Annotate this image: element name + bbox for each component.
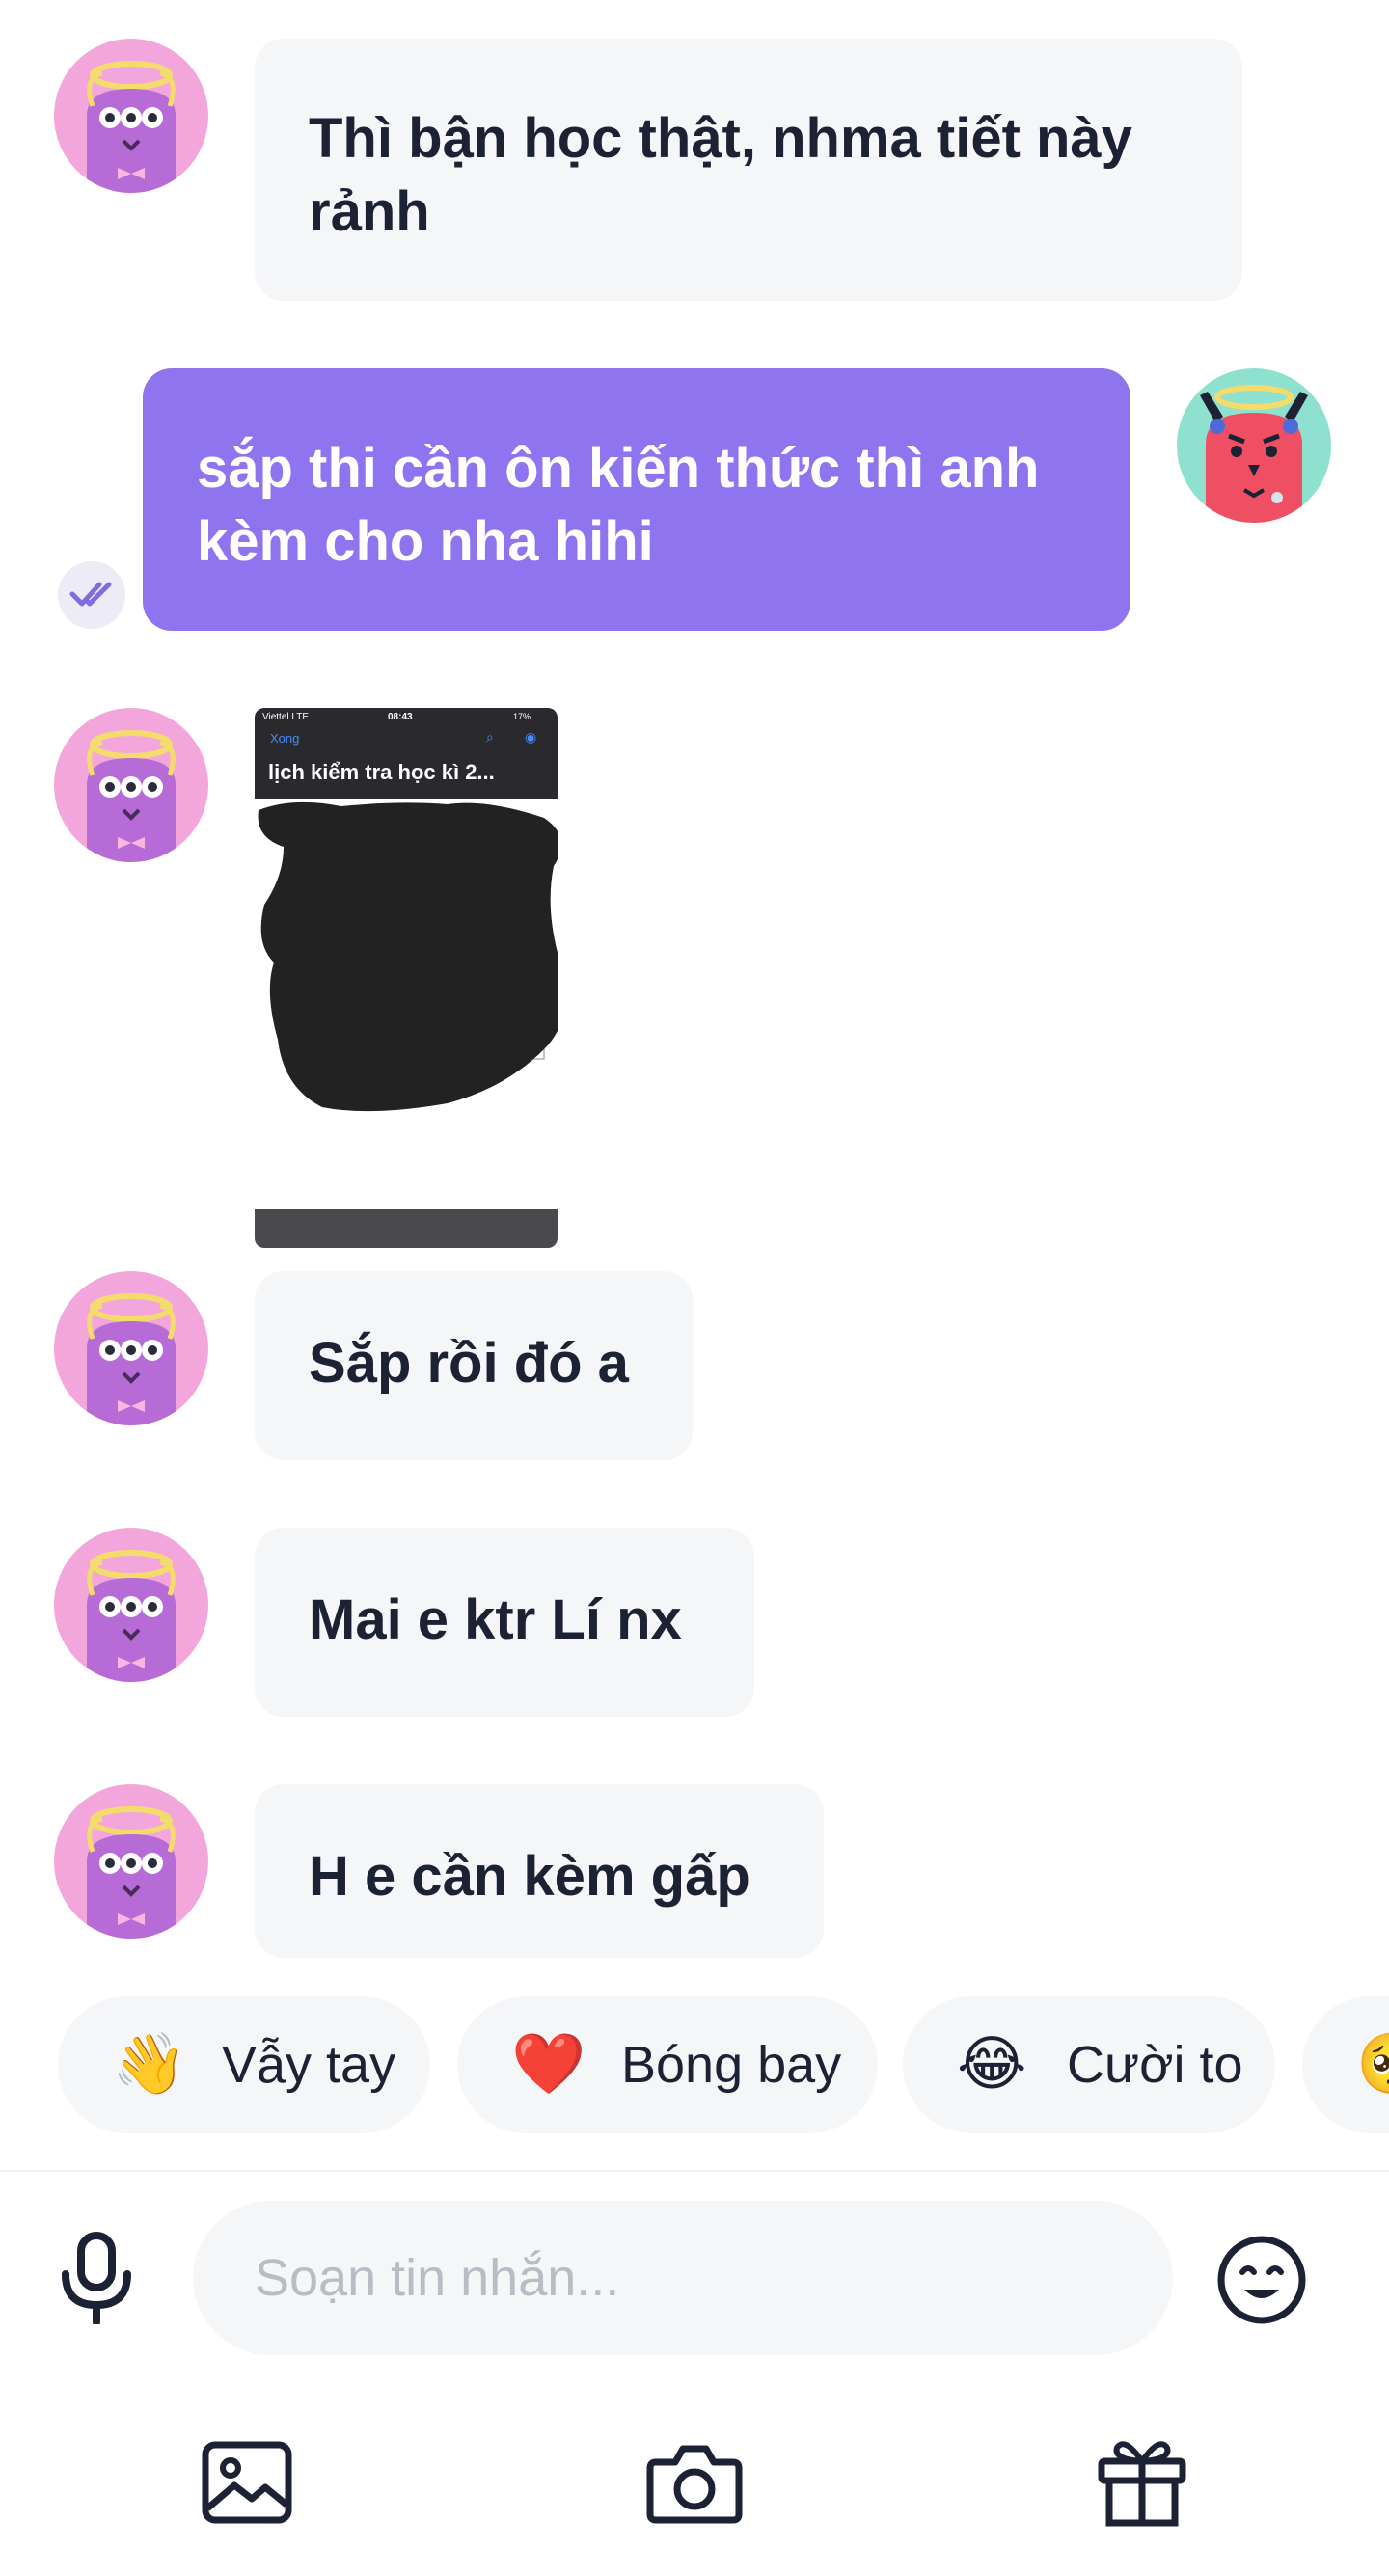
mic-button[interactable] xyxy=(54,2228,139,2328)
gift-icon xyxy=(1098,2441,1186,2527)
reaction-chip-more[interactable]: 🥺 xyxy=(1302,1996,1389,2133)
image-attachment[interactable]: Viettel LTE 08:43 17% Xong ⌕ ◉ lịch kiểm… xyxy=(255,708,558,1248)
message-text: Mai e ktr Lí nx xyxy=(309,1588,682,1651)
reaction-label: Bóng bay xyxy=(621,2036,842,2094)
reaction-chip-wave[interactable]: 👋 Vẫy tay xyxy=(58,1996,430,2133)
wave-icon: 👋 xyxy=(112,2031,187,2098)
image-icon xyxy=(202,2441,292,2524)
double-check-icon xyxy=(69,582,112,607)
status-time: 08:43 xyxy=(388,712,413,722)
status-battery: 17% xyxy=(513,712,531,721)
microphone-icon xyxy=(62,2232,131,2324)
message-bubble[interactable]: Thì bận học thật, nhma tiết này rảnh xyxy=(255,39,1242,301)
message-input[interactable] xyxy=(253,2247,1173,2309)
gift-button[interactable] xyxy=(1094,2432,1190,2529)
nav-done: Xong xyxy=(270,731,300,746)
message-bubble[interactable]: H e cần kèm gấp xyxy=(255,1784,824,1958)
contact-avatar[interactable] xyxy=(54,1271,208,1425)
pleading-icon: 🥺 xyxy=(1356,2035,1389,2095)
doc-title: lịch kiểm tra học kì 2... xyxy=(268,760,495,784)
reaction-label: Cười to xyxy=(1067,2036,1243,2094)
message-text: kèm cho nha hihi xyxy=(197,510,654,573)
contact-avatar[interactable] xyxy=(54,708,208,862)
message-text: Thì bận học thật, nhma tiết này xyxy=(309,107,1132,170)
gallery-button[interactable] xyxy=(199,2436,295,2529)
status-carrier: Viettel LTE xyxy=(262,712,309,722)
emoji-button[interactable] xyxy=(1213,2232,1310,2328)
reaction-chip-balloon[interactable]: ❤️ Bóng bay xyxy=(457,1996,878,2133)
reaction-label: Vẫy tay xyxy=(222,2036,396,2094)
redacted-content xyxy=(258,801,558,1112)
message-text: Sắp rồi đó a xyxy=(309,1332,629,1395)
my-message-bubble[interactable]: sắp thi cần ôn kiến thức thì anh kèm cho… xyxy=(143,368,1130,631)
message-bubble[interactable]: Sắp rồi đó a xyxy=(255,1271,693,1460)
message-text: H e cần kèm gấp xyxy=(309,1845,750,1908)
reaction-chip-laugh[interactable]: 😂 Cười to xyxy=(903,1996,1275,2133)
contact-avatar[interactable] xyxy=(54,1528,208,1682)
read-status xyxy=(58,561,125,629)
message-text: rảnh xyxy=(309,180,430,243)
camera-icon xyxy=(646,2445,743,2524)
message-text: sắp thi cần ôn kiến thức thì anh xyxy=(197,437,1040,500)
message-composer[interactable] xyxy=(193,2201,1173,2355)
divider xyxy=(0,2170,1389,2172)
screenshot-toolbar xyxy=(255,1209,558,1248)
share-icon: ◉ xyxy=(525,729,537,745)
contact-avatar[interactable] xyxy=(54,1784,208,1939)
my-avatar[interactable] xyxy=(1177,368,1331,523)
contact-avatar[interactable] xyxy=(54,39,208,193)
message-bubble[interactable]: Mai e ktr Lí nx xyxy=(255,1528,754,1717)
heart-icon: ❤️ xyxy=(511,2031,586,2098)
emoji-icon xyxy=(1217,2236,1306,2324)
search-icon: ⌕ xyxy=(486,729,494,745)
camera-button[interactable] xyxy=(646,2436,743,2529)
laugh-icon: 😂 xyxy=(957,2031,1027,2098)
